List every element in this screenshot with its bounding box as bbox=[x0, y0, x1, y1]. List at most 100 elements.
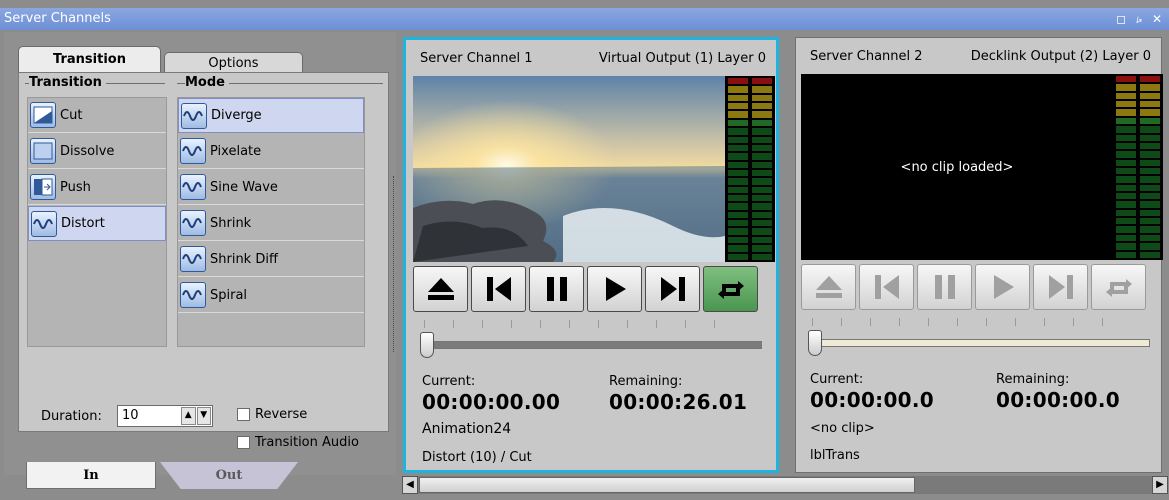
list-item[interactable]: Shrink Diff bbox=[178, 242, 364, 277]
meter-segment bbox=[752, 153, 772, 160]
next-button[interactable] bbox=[645, 266, 700, 312]
transition-audio-checkbox[interactable]: Transition Audio bbox=[237, 435, 359, 450]
meter-segment bbox=[752, 178, 772, 185]
push-icon bbox=[30, 174, 56, 200]
meter-segment bbox=[1116, 151, 1136, 158]
meter-segment bbox=[1116, 184, 1136, 192]
clip-name: <no clip> bbox=[810, 421, 875, 436]
meter-segment bbox=[752, 211, 772, 219]
list-item[interactable]: Distort bbox=[28, 206, 166, 241]
transition-audio-label: Transition Audio bbox=[255, 435, 359, 450]
scrollbar-thumb[interactable] bbox=[419, 477, 915, 493]
meter-segment bbox=[1140, 142, 1160, 150]
mode-header: Mode bbox=[185, 75, 229, 90]
server-channel-2-panel: Server Channel 2 Decklink Output (2) Lay… bbox=[795, 37, 1163, 473]
video-preview bbox=[413, 76, 725, 262]
meter-segment bbox=[752, 136, 772, 143]
meter-segment bbox=[1140, 251, 1160, 258]
tab-transition[interactable]: Transition bbox=[18, 46, 161, 72]
sunset-sea-preview-image bbox=[413, 76, 725, 262]
meter-segment bbox=[728, 178, 748, 185]
meter-segment bbox=[728, 245, 748, 252]
list-item-label: Distort bbox=[61, 216, 105, 231]
window-controls[interactable]: ◻ ⭟ ✕ bbox=[1116, 8, 1165, 30]
dissolve-icon bbox=[30, 138, 56, 164]
channel-header: Server Channel 2 Decklink Output (2) Lay… bbox=[796, 38, 1161, 74]
transition-header: Transition bbox=[29, 75, 106, 90]
window-titlebar: Server Channels ◻ ⭟ ✕ bbox=[0, 8, 1169, 30]
checkbox-box[interactable] bbox=[237, 436, 250, 449]
meter-segment bbox=[1116, 84, 1136, 91]
wave-icon bbox=[180, 210, 206, 236]
list-item-label: Sine Wave bbox=[210, 179, 278, 195]
loop-button[interactable] bbox=[1091, 264, 1146, 310]
meter-segment bbox=[752, 128, 772, 135]
timeline-thumb[interactable] bbox=[420, 332, 434, 358]
eject-button[interactable] bbox=[801, 264, 856, 310]
play-button[interactable] bbox=[975, 264, 1030, 310]
meter-segment bbox=[752, 94, 772, 102]
meter-segment bbox=[1116, 126, 1136, 133]
eject-button[interactable] bbox=[413, 266, 468, 312]
duration-field[interactable]: 10 ▲ ▼ bbox=[117, 405, 213, 427]
meter-segment bbox=[1116, 101, 1136, 108]
list-item[interactable]: Push bbox=[28, 170, 166, 205]
meter-segment bbox=[728, 228, 748, 235]
reverse-checkbox[interactable]: Reverse bbox=[237, 407, 307, 422]
meter-segment bbox=[728, 153, 748, 160]
skip-back-icon bbox=[486, 277, 511, 301]
list-item[interactable]: Pixelate bbox=[178, 134, 364, 169]
horizontal-scrollbar[interactable]: ◀ ▶ bbox=[402, 476, 1168, 494]
server-channel-1-panel: Server Channel 1 Virtual Output (1) Laye… bbox=[403, 37, 779, 473]
meter-segment bbox=[728, 111, 748, 118]
next-button[interactable] bbox=[1033, 264, 1088, 310]
tab-out[interactable]: Out bbox=[160, 462, 298, 489]
distort-icon bbox=[31, 210, 57, 237]
list-item[interactable]: Dissolve bbox=[28, 134, 166, 169]
play-button[interactable] bbox=[587, 266, 642, 312]
list-item[interactable]: Cut bbox=[28, 98, 166, 133]
window-title: Server Channels bbox=[4, 11, 111, 26]
previous-button[interactable] bbox=[471, 266, 526, 312]
loop-button[interactable] bbox=[703, 266, 758, 312]
meter-left-channel bbox=[728, 78, 748, 260]
channel-output: Decklink Output (2) Layer 0 bbox=[970, 48, 1151, 64]
spin-down-icon[interactable]: ▼ bbox=[196, 407, 211, 425]
timeline-thumb[interactable] bbox=[808, 330, 822, 356]
pause-button[interactable] bbox=[529, 266, 584, 312]
timeline-track[interactable] bbox=[426, 341, 762, 349]
tab-in[interactable]: In bbox=[26, 462, 156, 489]
meter-segment bbox=[728, 211, 748, 219]
duration-spinner[interactable]: ▲ ▼ bbox=[181, 407, 211, 425]
checkbox-box[interactable] bbox=[237, 408, 250, 421]
pause-button[interactable] bbox=[917, 264, 972, 310]
meter-segment bbox=[752, 78, 772, 85]
list-item[interactable]: Diverge bbox=[178, 98, 364, 133]
current-label: Current: bbox=[422, 374, 476, 389]
meter-segment bbox=[1140, 134, 1160, 141]
meter-segment bbox=[752, 228, 772, 235]
previous-button[interactable] bbox=[859, 264, 914, 310]
list-item-label: Spiral bbox=[210, 287, 248, 303]
meter-segment bbox=[728, 128, 748, 135]
meter-segment bbox=[752, 169, 772, 177]
meter-segment bbox=[1140, 84, 1160, 91]
list-item-label: Cut bbox=[60, 107, 83, 123]
timeline-track[interactable] bbox=[816, 339, 1150, 347]
meter-segment bbox=[1140, 201, 1160, 208]
meter-segment bbox=[1116, 117, 1136, 125]
tab-options[interactable]: Options bbox=[164, 52, 303, 74]
meter-right-channel bbox=[1140, 76, 1160, 258]
spin-up-icon[interactable]: ▲ bbox=[181, 407, 196, 425]
meter-segment bbox=[1140, 176, 1160, 183]
current-time: 00:00:00.00 bbox=[422, 390, 561, 414]
list-item[interactable]: Spiral bbox=[178, 278, 364, 313]
meter-segment bbox=[1140, 117, 1160, 125]
meter-segment bbox=[728, 86, 748, 93]
scroll-right-icon[interactable]: ▶ bbox=[1152, 476, 1168, 494]
list-item[interactable]: Sine Wave bbox=[178, 170, 364, 205]
meter-segment bbox=[752, 119, 772, 127]
panel-splitter[interactable] bbox=[393, 176, 398, 352]
list-item[interactable]: Shrink bbox=[178, 206, 364, 241]
scroll-left-icon[interactable]: ◀ bbox=[402, 476, 418, 494]
